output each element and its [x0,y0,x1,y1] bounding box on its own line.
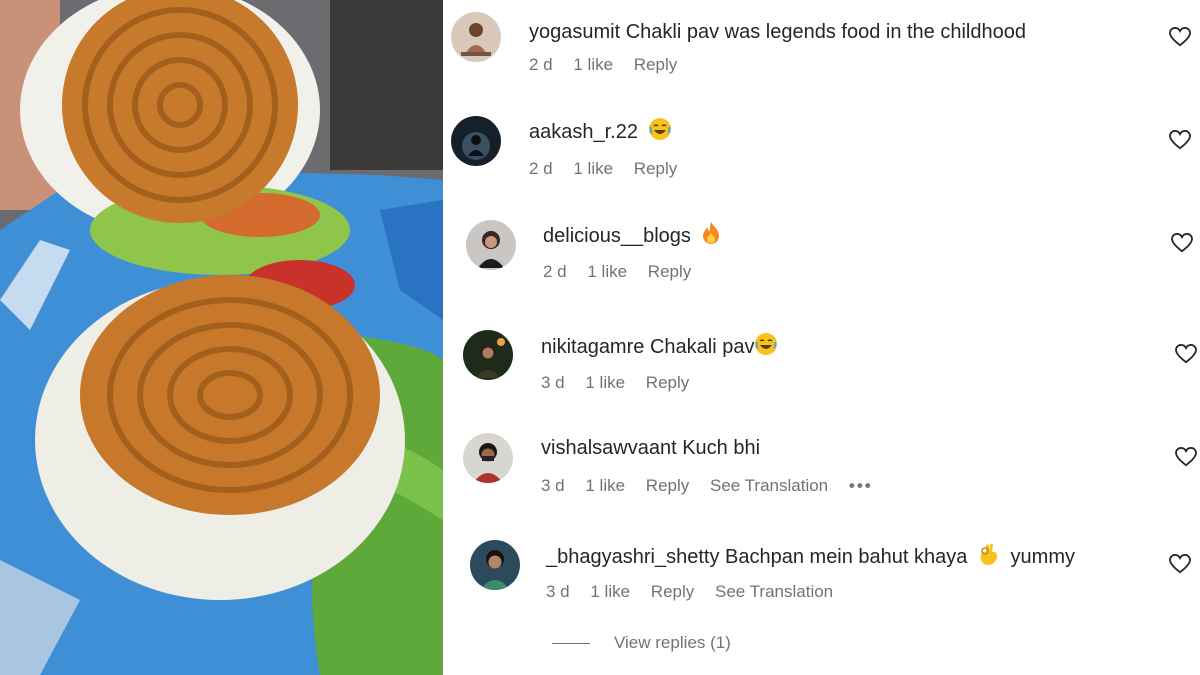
comment-meta: 3 d 1 like Reply See Translation ••• [541,475,889,497]
comment-item: vishalsawvaant Kuch bhi 3 d 1 like Reply… [443,428,1200,518]
comment-time: 2 d [529,55,553,74]
comment-text: Chakli pav was legends food in the child… [625,21,1026,43]
comment-line: yogasumit Chakli pav was legends food in… [529,19,1026,45]
like-heart-icon[interactable] [1175,344,1197,364]
more-options-icon[interactable]: ••• [849,475,873,497]
fire-emoji-icon [700,221,722,252]
comment-line: aakash_r.22 [529,117,672,148]
comment-username[interactable]: nikitagamre [541,336,644,358]
comment-username[interactable]: _bhagyashri_shetty [546,546,719,568]
comment-text-suffix: yummy [1010,546,1075,568]
comment-item: delicious__blogs 2 d 1 like Reply [443,214,1200,304]
comment-text: Bachpan mein bahut khaya [725,546,968,568]
avatar[interactable] [463,433,513,483]
comment-likes[interactable]: 1 like [587,261,627,283]
comments-panel: yogasumit Chakli pav was legends food in… [443,0,1200,675]
comment-line: _bhagyashri_shetty Bachpan mein bahut kh… [546,542,1075,573]
comment-time: 3 d [541,476,565,495]
like-heart-icon[interactable] [1169,554,1191,574]
avatar-portrait-icon [463,433,513,483]
comment-meta: 2 d 1 like Reply [543,261,707,283]
avatar-portrait-icon [470,540,520,590]
comment-meta: 3 d 1 like Reply See Translation [546,581,849,603]
comment-line: vishalsawvaant Kuch bhi [541,435,760,461]
avatar-portrait-icon [463,330,513,380]
comment-time: 3 d [546,582,570,601]
like-heart-icon[interactable] [1175,447,1197,467]
avatar[interactable] [466,220,516,270]
comment-likes[interactable]: 1 like [573,158,613,180]
comment-likes[interactable]: 1 like [590,581,630,603]
like-heart-icon[interactable] [1169,130,1191,150]
avatar[interactable] [463,330,513,380]
view-replies-button[interactable]: View replies (1) [552,633,731,659]
avatar[interactable] [470,540,520,590]
reply-button[interactable]: Reply [634,54,677,76]
comment-likes[interactable]: 1 like [585,475,625,497]
see-translation-button[interactable]: See Translation [710,475,828,497]
comment-time: 3 d [541,373,565,392]
comment-line: delicious__blogs [543,221,722,252]
comment-likes[interactable]: 1 like [585,372,625,394]
comment-meta: 3 d 1 like Reply [541,372,705,394]
like-heart-icon[interactable] [1171,233,1193,253]
reply-button[interactable]: Reply [646,475,689,497]
avatar-silhouette-icon [451,116,501,166]
comment-username[interactable]: yogasumit [529,21,620,43]
reply-button[interactable]: Reply [646,372,689,394]
avatar[interactable] [451,116,501,166]
comment-line: nikitagamre Chakali pav [541,332,778,363]
comment-meta: 2 d 1 like Reply [529,158,693,180]
comment-time: 2 d [543,262,567,281]
see-translation-button[interactable]: See Translation [715,581,833,603]
comment-item: aakash_r.22 2 d 1 like Reply [443,110,1200,200]
comment-username[interactable]: aakash_r.22 [529,121,638,143]
comment-item: _bhagyashri_shetty Bachpan mein bahut kh… [443,535,1200,625]
view-replies-label: View replies (1) [614,633,731,652]
ok-hand-emoji-icon [979,542,999,573]
reply-button[interactable]: Reply [651,581,694,603]
avatar-yoga-icon [451,12,501,62]
replies-divider [552,642,590,645]
comment-item: nikitagamre Chakali pav 3 d 1 like Reply [443,325,1200,415]
comment-username[interactable]: delicious__blogs [543,225,691,247]
avatar[interactable] [451,12,501,62]
comment-time: 2 d [529,159,553,178]
laughing-emoji-icon [754,332,778,363]
comment-text: Kuch bhi [682,437,761,459]
comment-item: yogasumit Chakli pav was legends food in… [443,6,1200,96]
laughing-emoji-icon [648,117,672,148]
comment-meta: 2 d 1 like Reply [529,54,693,76]
reply-button[interactable]: Reply [648,261,691,283]
food-photo [0,0,443,675]
like-heart-icon[interactable] [1169,27,1191,47]
comment-username[interactable]: vishalsawvaant [541,437,677,459]
comment-text: Chakali pav [649,336,755,358]
reply-button[interactable]: Reply [634,158,677,180]
food-photo-illustration [0,0,443,675]
avatar-portrait-icon [466,220,516,270]
comment-likes[interactable]: 1 like [573,54,613,76]
